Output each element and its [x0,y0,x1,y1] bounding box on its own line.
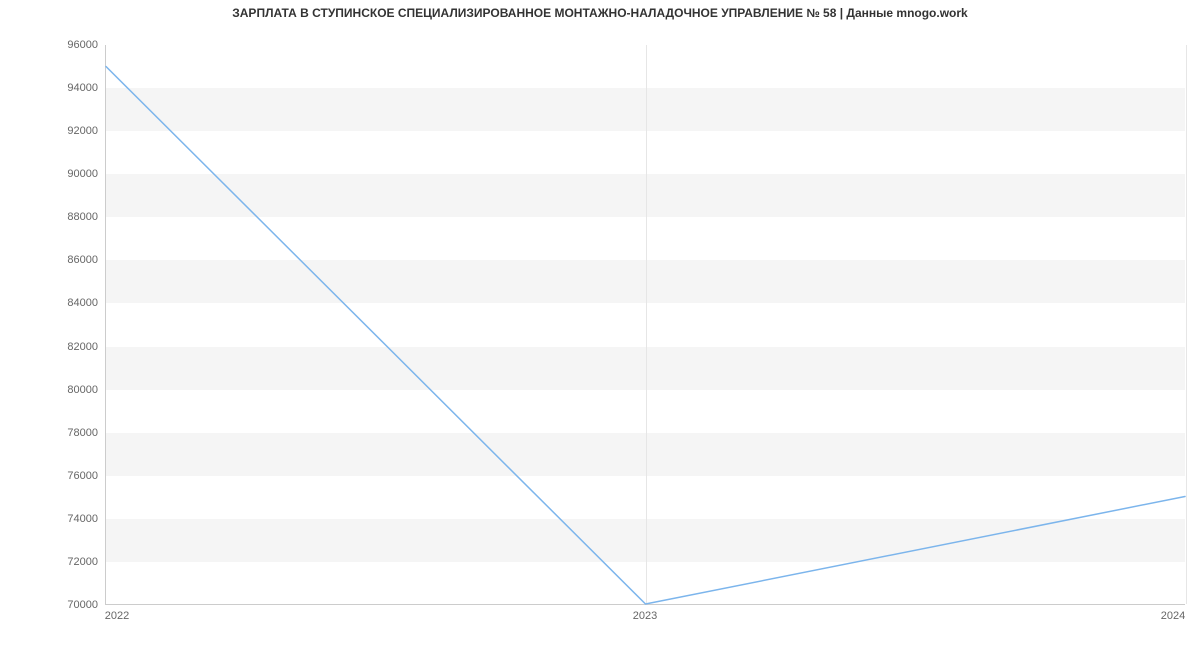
chart-container: ЗАРПЛАТА В СТУПИНСКОЕ СПЕЦИАЛИЗИРОВАННОЕ… [0,0,1200,650]
y-tick-label: 72000 [8,556,98,568]
chart-title: ЗАРПЛАТА В СТУПИНСКОЕ СПЕЦИАЛИЗИРОВАННОЕ… [0,6,1200,20]
y-tick-label: 88000 [8,211,98,223]
y-tick-label: 76000 [8,470,98,482]
y-tick-label: 70000 [8,599,98,611]
y-tick-label: 94000 [8,82,98,94]
y-tick-label: 92000 [8,125,98,137]
y-tick-label: 80000 [8,384,98,396]
y-tick-label: 78000 [8,427,98,439]
x-gridline [1186,45,1187,604]
y-tick-label: 82000 [8,341,98,353]
y-tick-label: 74000 [8,513,98,525]
y-tick-label: 84000 [8,297,98,309]
line-series-svg [106,45,1185,604]
x-tick-label: 2022 [105,610,129,622]
y-tick-label: 90000 [8,168,98,180]
y-tick-label: 86000 [8,254,98,266]
y-tick-label: 96000 [8,39,98,51]
x-tick-label: 2024 [1161,610,1185,622]
series-line [106,67,1185,605]
plot-area [105,45,1185,605]
x-tick-label: 2023 [633,610,657,622]
